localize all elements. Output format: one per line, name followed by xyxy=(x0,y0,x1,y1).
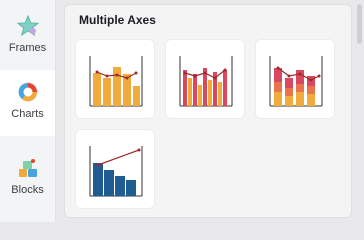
sidebar-item-charts[interactable]: Charts xyxy=(0,70,55,136)
panel-title: Multiple Axes xyxy=(79,13,156,27)
chart-card-stacked-bar-line[interactable] xyxy=(255,39,335,119)
sidebar-item-label: Frames xyxy=(8,42,47,54)
bar-line-chart-thumbnail xyxy=(89,56,143,107)
sidebar-item-frames[interactable]: Frames xyxy=(0,4,55,70)
charts-icon xyxy=(17,82,38,102)
chart-card-bar-line-yellow[interactable] xyxy=(75,39,155,119)
scrollbar-thumb[interactable] xyxy=(357,4,362,44)
stacked-bar-line-chart-thumbnail xyxy=(269,56,323,107)
blue-bar-line-chart-thumbnail xyxy=(89,146,143,197)
sidebar: Frames Charts Blocks xyxy=(0,0,56,222)
app-root: Frames Charts Blocks Multiple Axes xyxy=(0,0,364,222)
chart-card-grouped-bar-line[interactable] xyxy=(165,39,245,119)
blocks-icon xyxy=(18,159,37,177)
chart-card-bar-line-blue[interactable] xyxy=(75,129,155,209)
sidebar-item-label: Charts xyxy=(11,108,44,120)
sidebar-item-blocks[interactable]: Blocks xyxy=(0,146,55,212)
panel-scrollbar[interactable] xyxy=(356,0,364,222)
sidebar-item-label: Blocks xyxy=(11,184,44,196)
frames-icon xyxy=(16,14,39,37)
grouped-bar-line-chart-thumbnail xyxy=(179,56,233,107)
chart-panel: Multiple Axes xyxy=(64,4,352,218)
